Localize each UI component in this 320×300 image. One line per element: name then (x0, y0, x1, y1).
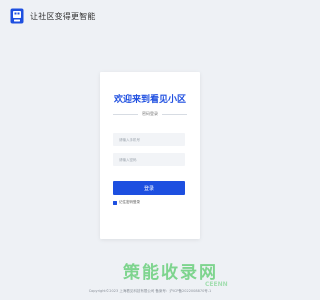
password-input[interactable] (113, 153, 185, 166)
divider-line-right (162, 113, 187, 115)
welcome-title: 欢迎来到看见小区 (113, 95, 186, 105)
app-slogan: 让社区变得更智能 (30, 11, 96, 21)
login-button[interactable]: 登录 (113, 181, 185, 195)
building-logo-icon (10, 8, 24, 24)
app-header: 让社区变得更智能 (10, 8, 96, 24)
remember-password-option[interactable]: 记住密码登录 (113, 200, 140, 205)
watermark-text: 策能收录网 (123, 263, 218, 283)
remember-password-label: 记住密码登录 (119, 200, 140, 204)
divider-line-left (113, 113, 138, 115)
login-card: 欢迎来到看见小区 密码登录 登录 记住密码登录 (100, 72, 200, 239)
phone-input[interactable] (113, 133, 185, 146)
footer-copyright: Copyright©2023 上海看见科技有限公司 备案号：沪ICP备20220… (88, 289, 212, 293)
remember-checkbox[interactable] (113, 200, 117, 205)
login-method-divider: 密码登录 (113, 111, 187, 117)
password-login-label: 密码登录 (142, 111, 158, 116)
watermark-sub-text: CEENN (205, 281, 228, 288)
